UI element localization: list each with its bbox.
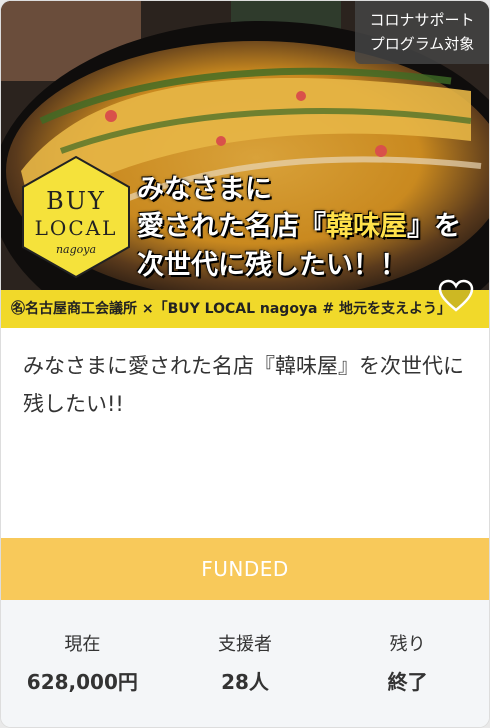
stat-value: 終了 <box>387 670 428 694</box>
stat-value: 628,000円 <box>26 670 138 694</box>
stat-label: 支援者 <box>218 634 272 655</box>
corona-support-badge: コロナサポート プログラム対象 <box>355 1 489 64</box>
logo-line-3: nagoya <box>55 243 97 256</box>
banner-headline-2: 愛された名店『韓味屋』を <box>137 204 461 243</box>
banner-headline-2-highlight: 韓味屋 <box>326 211 407 242</box>
logo-line-1: BUY <box>46 187 106 215</box>
banner-headline-2-post: 』を <box>407 211 461 242</box>
stat-remaining: 残り 終了 <box>326 600 489 727</box>
project-card[interactable]: BUY LOCAL nagoya みなさまに 愛された名店『韓味屋』を 次世代に… <box>1 1 489 727</box>
stat-label: 残り <box>389 634 426 655</box>
sponsor-strip: ㊔名古屋商工会議所 ×「BUY LOCAL nagoya # 地元を支えよう」 <box>1 290 489 328</box>
badge-line-1: コロナサポート <box>369 11 475 29</box>
status-banner: FUNDED <box>1 538 489 600</box>
project-title[interactable]: みなさまに愛された名店『韓味屋』を次世代に残したい!! <box>23 347 467 423</box>
stats-bar: 現在 628,000円 支援者 28人 残り 終了 <box>1 600 489 727</box>
banner-headline-2-pre: 愛された名店『 <box>137 211 326 242</box>
stat-supporters: 支援者 28人 <box>164 600 327 727</box>
buy-local-logo: BUY LOCAL nagoya <box>17 153 135 281</box>
project-image[interactable]: BUY LOCAL nagoya みなさまに 愛された名店『韓味屋』を 次世代に… <box>1 1 489 328</box>
stat-current: 現在 628,000円 <box>1 600 164 727</box>
banner-headline-1: みなさまに <box>137 174 272 205</box>
logo-line-2: LOCAL <box>34 216 118 240</box>
banner-headline-3: 次世代に残したい！！ <box>137 250 407 281</box>
heart-icon[interactable] <box>437 277 475 315</box>
stat-label: 現在 <box>64 634 101 655</box>
stat-value: 28人 <box>221 670 269 694</box>
badge-line-2: プログラム対象 <box>369 35 475 53</box>
